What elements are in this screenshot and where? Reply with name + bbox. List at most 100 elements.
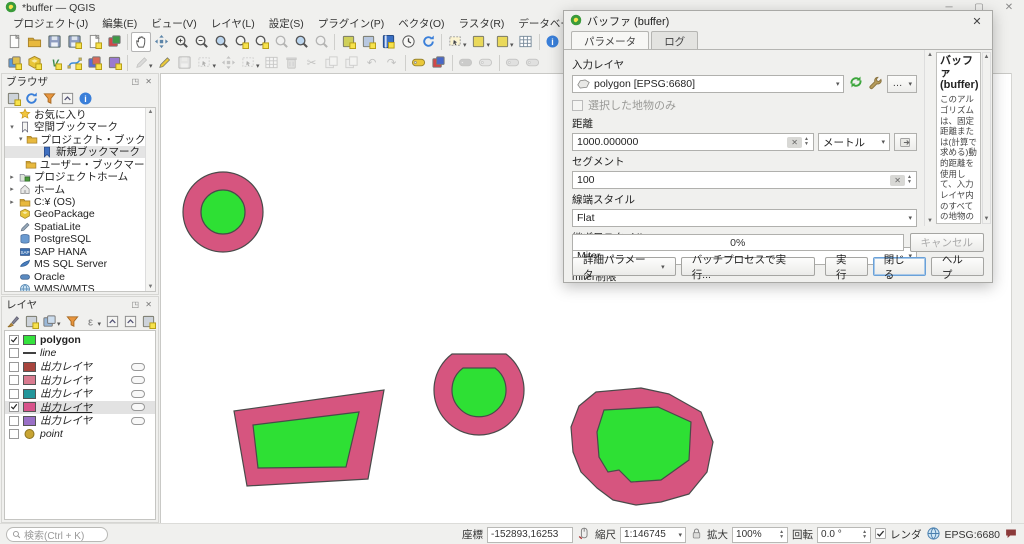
locator-search-input[interactable]: 検索(Ctrl + K) (6, 527, 108, 542)
filter-browser-icon[interactable] (41, 90, 58, 107)
current-edits-icon[interactable] (131, 53, 151, 73)
save-layer-edits-icon[interactable] (175, 53, 195, 73)
layer-row-line[interactable]: line (5, 347, 155, 361)
selected-features-only-checkbox[interactable] (572, 100, 583, 111)
copy-features-icon[interactable] (322, 53, 342, 73)
move-feature-icon[interactable] (218, 53, 238, 73)
pan-to-selection-icon[interactable] (151, 32, 171, 52)
expand-arrow[interactable]: ▸ (8, 173, 16, 181)
layer-row-point[interactable]: point (5, 428, 155, 442)
layer-row-出力レイヤ[interactable]: 出力レイヤ (5, 401, 155, 415)
rotate-label-icon[interactable] (523, 53, 543, 73)
menu-item-3[interactable]: レイヤ(L) (204, 16, 262, 31)
add-group-icon[interactable] (23, 313, 40, 330)
memory-layer-indicator-icon[interactable] (131, 376, 145, 384)
add-feature-icon[interactable] (195, 53, 215, 73)
clear-segments-icon[interactable]: ✕ (890, 175, 905, 186)
magnifier-input[interactable]: 100%▲▼ (732, 527, 788, 543)
mouse-tracking-icon[interactable] (577, 526, 591, 543)
run-button[interactable]: 実行 (825, 257, 868, 276)
zoom-in-icon[interactable]: + (171, 32, 191, 52)
save-project-icon[interactable] (44, 32, 64, 52)
open-project-icon[interactable] (24, 32, 44, 52)
layer-visibility-checkbox[interactable] (9, 416, 19, 426)
new-gpx-layer-icon[interactable] (104, 53, 124, 73)
delete-selected-icon[interactable] (282, 53, 302, 73)
layer-visibility-checkbox[interactable] (9, 402, 19, 412)
zoom-next-icon[interactable] (311, 32, 331, 52)
close-button[interactable]: ✕ (994, 0, 1024, 16)
new-map-view-icon[interactable] (338, 32, 358, 52)
new-print-layout-icon[interactable] (84, 32, 104, 52)
crs-globe-icon[interactable] (926, 526, 941, 544)
expand-arrow[interactable]: ▾ (8, 123, 16, 131)
browser-float-icon[interactable]: ◳ (132, 77, 142, 86)
expand-arrow[interactable]: ▾ (19, 135, 23, 143)
browser-item-PostgreSQL[interactable]: PostgreSQL (5, 233, 155, 246)
menu-item-0[interactable]: プロジェクト(J) (6, 16, 95, 31)
vertex-tool-icon[interactable] (238, 53, 258, 73)
layer-visibility-checkbox[interactable] (9, 348, 19, 358)
menu-item-2[interactable]: ビュー(V) (144, 16, 204, 31)
zoom-to-layer-icon[interactable] (251, 32, 271, 52)
advanced-parameters-button[interactable]: 詳細パラメータ▾ (572, 257, 676, 276)
browser-item-Oracle[interactable]: Oracle (5, 271, 155, 284)
move-label-icon[interactable] (503, 53, 523, 73)
help-button[interactable]: ヘルプ (931, 257, 984, 276)
menu-item-1[interactable]: 編集(E) (95, 16, 144, 31)
pin-labels-icon[interactable] (456, 53, 476, 73)
layer-visibility-checkbox[interactable] (9, 375, 19, 385)
dialog-close-button[interactable]: 閉じる (873, 257, 926, 276)
undo-icon[interactable]: ↶ (362, 53, 382, 73)
zoom-last-icon[interactable] (291, 32, 311, 52)
remove-layer-icon[interactable] (140, 313, 157, 330)
style-manager-icon[interactable] (104, 32, 124, 52)
expand-arrow[interactable]: ▸ (8, 185, 16, 193)
help-scrollbar[interactable]: ▲▼ (982, 52, 991, 224)
layer-row-出力レイヤ[interactable]: 出力レイヤ (5, 360, 155, 374)
browser-item-MS SQL Server[interactable]: MS SQL Server (5, 258, 155, 271)
layer-row-出力レイヤ[interactable]: 出力レイヤ (5, 387, 155, 401)
lock-scale-icon[interactable] (690, 527, 703, 543)
deselect-features-icon[interactable] (492, 32, 512, 52)
spatial-bookmarks-icon[interactable] (378, 32, 398, 52)
menu-item-5[interactable]: プラグイン(P) (311, 16, 392, 31)
zoom-native-icon[interactable] (271, 32, 291, 52)
layer-row-出力レイヤ[interactable]: 出力レイヤ (5, 414, 155, 428)
memory-layer-indicator-icon[interactable] (131, 403, 145, 411)
memory-layer-indicator-icon[interactable] (131, 390, 145, 398)
scale-combo[interactable]: 1:146745▾ (620, 527, 686, 543)
cancel-button[interactable]: キャンセル (910, 233, 985, 252)
identify-features-icon[interactable]: i (543, 32, 563, 52)
new-geopackage-layer-icon[interactable] (4, 53, 24, 73)
browser-item-SpatiaLite[interactable]: SpatiaLite (5, 221, 155, 234)
crs-value[interactable]: EPSG:6680 (945, 529, 1000, 541)
parameters-scrollbar[interactable]: ▲▼ (924, 50, 935, 226)
paste-features-icon[interactable] (342, 53, 362, 73)
save-project-as-icon[interactable] (64, 32, 84, 52)
filter-expression-icon[interactable]: ε (82, 313, 99, 330)
browser-item-プロジェクトホーム[interactable]: ▸プロジェクトホーム (5, 171, 155, 184)
refresh-browser-icon[interactable] (23, 90, 40, 107)
layer-visibility-checkbox[interactable] (9, 362, 19, 372)
iterate-over-layer-icon[interactable] (848, 74, 864, 93)
menu-item-4[interactable]: 設定(S) (262, 16, 311, 31)
messages-icon[interactable] (1004, 527, 1018, 543)
end-cap-style-combo[interactable]: Flat▾ (572, 209, 917, 227)
zoom-to-selection-icon[interactable] (231, 32, 251, 52)
memory-layer-indicator-icon[interactable] (131, 417, 145, 425)
layer-row-出力レイヤ[interactable]: 出力レイヤ (5, 374, 155, 388)
new-spatialite-layer-icon[interactable]: V (44, 53, 64, 73)
layer-styling-icon[interactable] (429, 53, 449, 73)
buffer-dialog-titlebar[interactable]: バッファ (buffer) ✕ (564, 11, 992, 31)
cut-features-icon[interactable]: ✂ (302, 53, 322, 73)
layer-visibility-checkbox[interactable] (9, 335, 19, 345)
toggle-editing-icon[interactable] (155, 53, 175, 73)
input-layer-combo[interactable]: polygon [EPSG:6680] ▾ (572, 75, 844, 93)
input-layer-options-button[interactable]: …▾ (887, 75, 917, 93)
layer-labeling-icon[interactable] (409, 53, 429, 73)
modify-attributes-icon[interactable] (262, 53, 282, 73)
render-checkbox[interactable] (875, 528, 886, 542)
collapse-all-icon[interactable] (59, 90, 76, 107)
distance-unit-combo[interactable]: メートル▾ (818, 133, 890, 151)
